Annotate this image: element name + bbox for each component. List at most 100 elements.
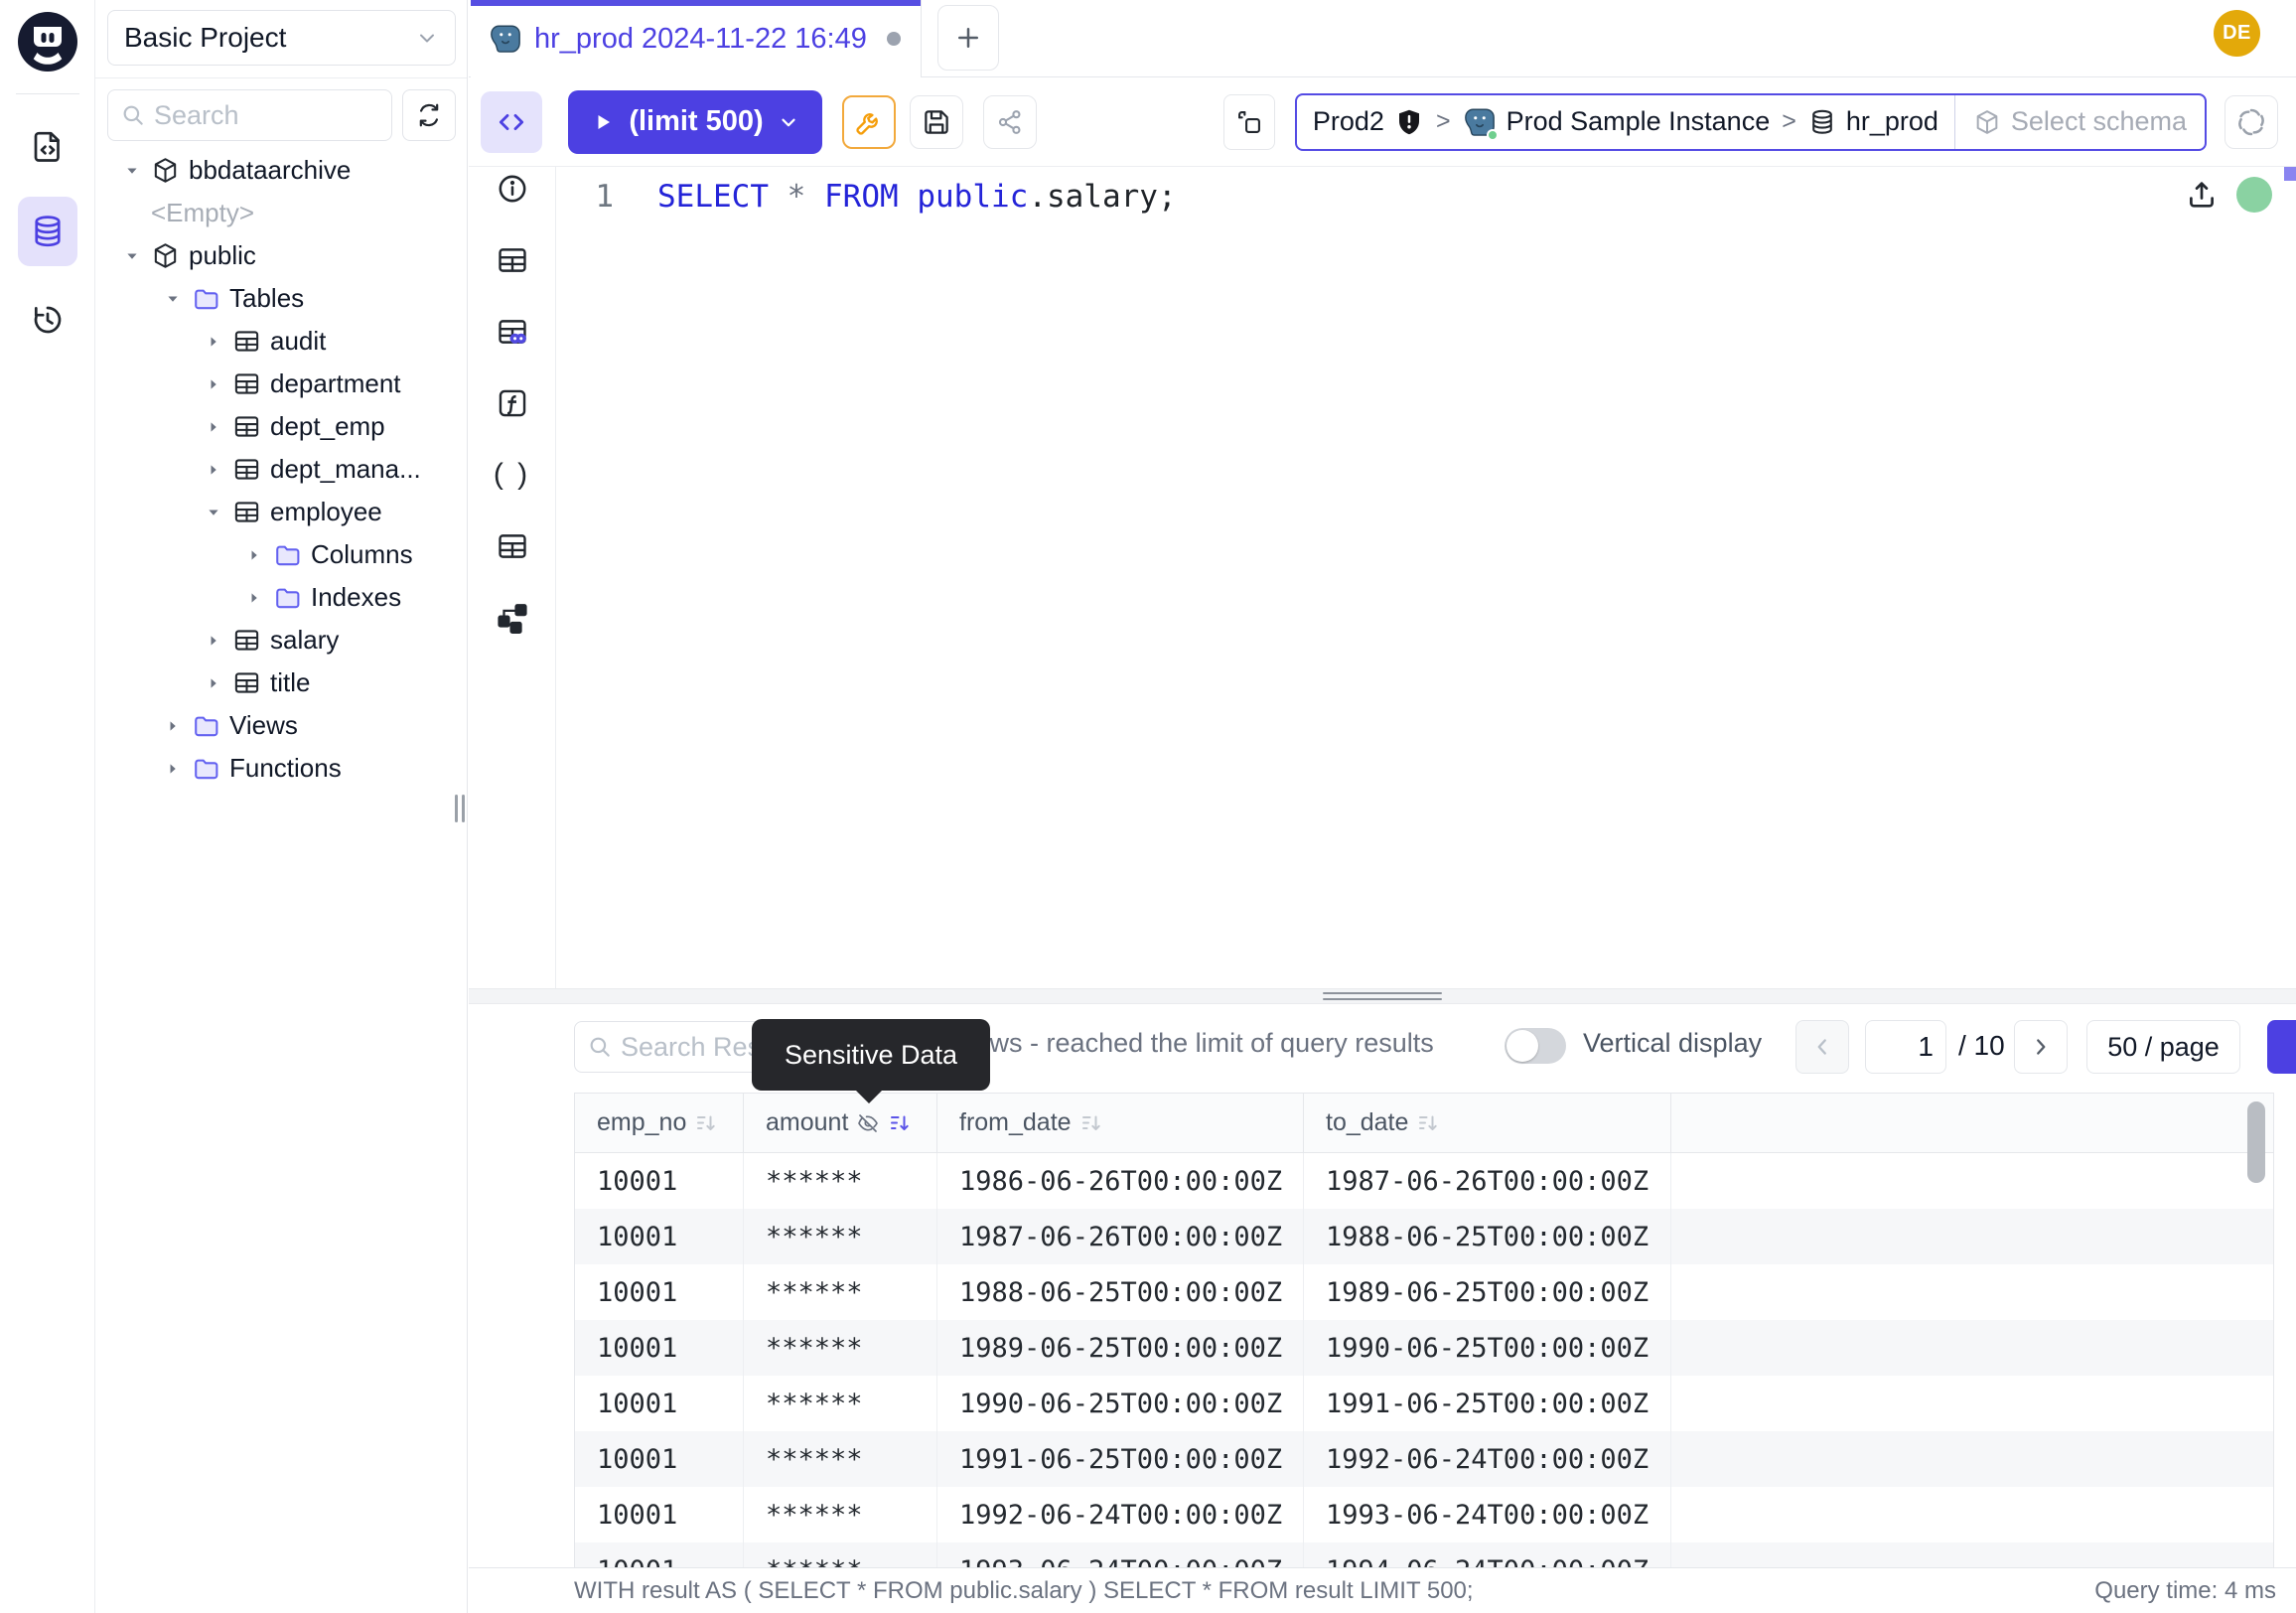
tree-item-columns[interactable]: Columns bbox=[95, 533, 467, 576]
tree-item-indexes[interactable]: Indexes bbox=[95, 576, 467, 619]
info-button[interactable] bbox=[486, 169, 539, 209]
caret-right-icon[interactable] bbox=[203, 373, 232, 395]
upload-sql-button[interactable] bbox=[2185, 178, 2219, 212]
caret-right-icon[interactable] bbox=[243, 587, 273, 609]
table-cell[interactable]: 1990-06-25T00:00:00Z bbox=[937, 1376, 1304, 1431]
sql-editor[interactable]: 1 SELECT * FROM public.salary; bbox=[556, 167, 2296, 988]
table-row[interactable]: 10001******1989-06-25T00:00:00Z1990-06-2… bbox=[575, 1320, 2273, 1376]
table-cell[interactable]: ****** bbox=[744, 1376, 937, 1431]
table-row[interactable]: 10001******1987-06-26T00:00:00Z1988-06-2… bbox=[575, 1209, 2273, 1264]
sort-icon[interactable] bbox=[694, 1111, 718, 1135]
table-cell[interactable]: 1991-06-25T00:00:00Z bbox=[937, 1431, 1304, 1487]
user-avatar[interactable]: DE bbox=[2214, 10, 2260, 57]
tree-item-functions[interactable]: Functions bbox=[95, 747, 467, 790]
share-button[interactable] bbox=[983, 95, 1037, 149]
next-page-button[interactable] bbox=[2014, 1020, 2068, 1074]
table-cell[interactable]: 1987-06-26T00:00:00Z bbox=[937, 1209, 1304, 1264]
caret-right-icon[interactable] bbox=[203, 459, 232, 481]
external-tables-button[interactable] bbox=[486, 312, 539, 352]
table-cell[interactable]: ****** bbox=[744, 1431, 937, 1487]
table-cell[interactable]: 10001 bbox=[575, 1542, 744, 1567]
prev-page-button[interactable] bbox=[1795, 1020, 1849, 1074]
caret-right-icon[interactable] bbox=[162, 715, 192, 737]
table-cell[interactable]: 10001 bbox=[575, 1209, 744, 1264]
table-cell[interactable]: ****** bbox=[744, 1153, 937, 1209]
caret-down-icon[interactable] bbox=[121, 245, 151, 267]
tree-item-bbdataarchive[interactable]: bbdataarchive bbox=[95, 149, 467, 192]
table-row[interactable]: 10001******1990-06-25T00:00:00Z1991-06-2… bbox=[575, 1376, 2273, 1431]
tree-item-tables[interactable]: Tables bbox=[95, 277, 467, 320]
table-cell[interactable]: ****** bbox=[744, 1264, 937, 1320]
tree-item-dept-emp[interactable]: dept_emp bbox=[95, 405, 467, 448]
caret-right-icon[interactable] bbox=[162, 758, 192, 780]
table-scrollbar-thumb[interactable] bbox=[2247, 1101, 2265, 1183]
tree-item-title[interactable]: title bbox=[95, 661, 467, 704]
table-cell[interactable]: 10001 bbox=[575, 1431, 744, 1487]
table-cell[interactable]: 10001 bbox=[575, 1264, 744, 1320]
code-line-1[interactable]: 1 SELECT * FROM public.salary; bbox=[556, 179, 1177, 215]
database-nav-button[interactable] bbox=[18, 197, 77, 266]
table-cell[interactable]: 10001 bbox=[575, 1320, 744, 1376]
schema-diagram-button[interactable] bbox=[486, 598, 539, 638]
tree-item-employee[interactable]: employee bbox=[95, 491, 467, 533]
tree-item-views[interactable]: Views bbox=[95, 704, 467, 747]
table-cell[interactable]: 1989-06-25T00:00:00Z bbox=[937, 1320, 1304, 1376]
column-header-emp_no[interactable]: emp_no bbox=[575, 1094, 744, 1152]
column-header-from_date[interactable]: from_date bbox=[937, 1094, 1304, 1152]
sort-icon[interactable] bbox=[1416, 1111, 1440, 1135]
caret-right-icon[interactable] bbox=[203, 416, 232, 438]
table-cell[interactable]: ****** bbox=[744, 1209, 937, 1264]
select-schema-button[interactable]: Select schema bbox=[1954, 95, 2205, 149]
caret-right-icon[interactable] bbox=[203, 672, 232, 694]
table-cell[interactable]: 10001 bbox=[575, 1376, 744, 1431]
page-number-input[interactable] bbox=[1865, 1020, 1946, 1074]
page-size-select[interactable]: 50 / page bbox=[2086, 1020, 2240, 1074]
table-row[interactable]: 10001******1986-06-26T00:00:00Z1987-06-2… bbox=[575, 1153, 2273, 1209]
table-cell[interactable]: 1986-06-26T00:00:00Z bbox=[937, 1153, 1304, 1209]
tab-hr-prod[interactable]: hr_prod 2024-11-22 16:49 bbox=[471, 0, 922, 77]
admin-wrench-button[interactable] bbox=[842, 95, 896, 149]
sidebar-search-input[interactable] bbox=[154, 100, 379, 131]
worksheet-nav-button[interactable] bbox=[18, 117, 77, 177]
table-cell[interactable]: 1993-06-24T00:00:00Z bbox=[937, 1542, 1304, 1567]
new-tab-button[interactable] bbox=[937, 5, 999, 71]
tree-item-department[interactable]: department bbox=[95, 363, 467, 405]
caret-right-icon[interactable] bbox=[203, 331, 232, 353]
column-header-amount[interactable]: amount bbox=[744, 1094, 937, 1152]
table-cell[interactable]: 1992-06-24T00:00:00Z bbox=[937, 1487, 1304, 1542]
caret-right-icon[interactable] bbox=[243, 544, 273, 566]
refresh-button[interactable] bbox=[402, 89, 456, 141]
history-nav-button[interactable] bbox=[18, 290, 77, 350]
table-cell[interactable]: 10001 bbox=[575, 1487, 744, 1542]
table-row[interactable]: 10001******1988-06-25T00:00:00Z1989-06-2… bbox=[575, 1264, 2273, 1320]
sort-icon[interactable] bbox=[888, 1111, 912, 1135]
table-cell[interactable]: 1991-06-25T00:00:00Z bbox=[1304, 1376, 1671, 1431]
sort-icon[interactable] bbox=[1079, 1111, 1103, 1135]
caret-down-icon[interactable] bbox=[162, 288, 192, 310]
table-cell[interactable]: 1987-06-26T00:00:00Z bbox=[1304, 1153, 1671, 1209]
sequences-button[interactable] bbox=[486, 526, 539, 566]
table-cell[interactable]: 1988-06-25T00:00:00Z bbox=[937, 1264, 1304, 1320]
table-row[interactable]: 10001******1991-06-25T00:00:00Z1992-06-2… bbox=[575, 1431, 2273, 1487]
sidebar-resize-handle[interactable] bbox=[455, 795, 465, 822]
table-cell[interactable]: 10001 bbox=[575, 1153, 744, 1209]
worksheet-panel-toggle[interactable] bbox=[481, 91, 542, 153]
connection-breadcrumb[interactable]: Prod2 > Prod Sample Instance > hr_prod S… bbox=[1295, 93, 2207, 151]
run-query-button[interactable]: (limit 500) bbox=[568, 90, 822, 154]
table-cell[interactable]: 1992-06-24T00:00:00Z bbox=[1304, 1431, 1671, 1487]
table-row[interactable]: 10001******1993-06-24T00:00:00Z1994-06-2… bbox=[575, 1542, 2273, 1567]
table-cell[interactable]: 1990-06-25T00:00:00Z bbox=[1304, 1320, 1671, 1376]
tree-item-salary[interactable]: salary bbox=[95, 619, 467, 661]
panel-splitter[interactable] bbox=[469, 988, 2296, 1004]
drag-handle-icon[interactable] bbox=[1323, 992, 1442, 1004]
functions-button[interactable] bbox=[486, 383, 539, 423]
table-cell[interactable]: ****** bbox=[744, 1320, 937, 1376]
tree-item-audit[interactable]: audit bbox=[95, 320, 467, 363]
table-cell[interactable]: 1988-06-25T00:00:00Z bbox=[1304, 1209, 1671, 1264]
caret-right-icon[interactable] bbox=[203, 630, 232, 652]
project-select[interactable]: Basic Project bbox=[107, 10, 456, 66]
caret-down-icon[interactable] bbox=[121, 160, 151, 182]
tree-item-public[interactable]: public bbox=[95, 234, 467, 277]
table-cell[interactable]: 1993-06-24T00:00:00Z bbox=[1304, 1487, 1671, 1542]
table-row[interactable]: 10001******1992-06-24T00:00:00Z1993-06-2… bbox=[575, 1487, 2273, 1542]
